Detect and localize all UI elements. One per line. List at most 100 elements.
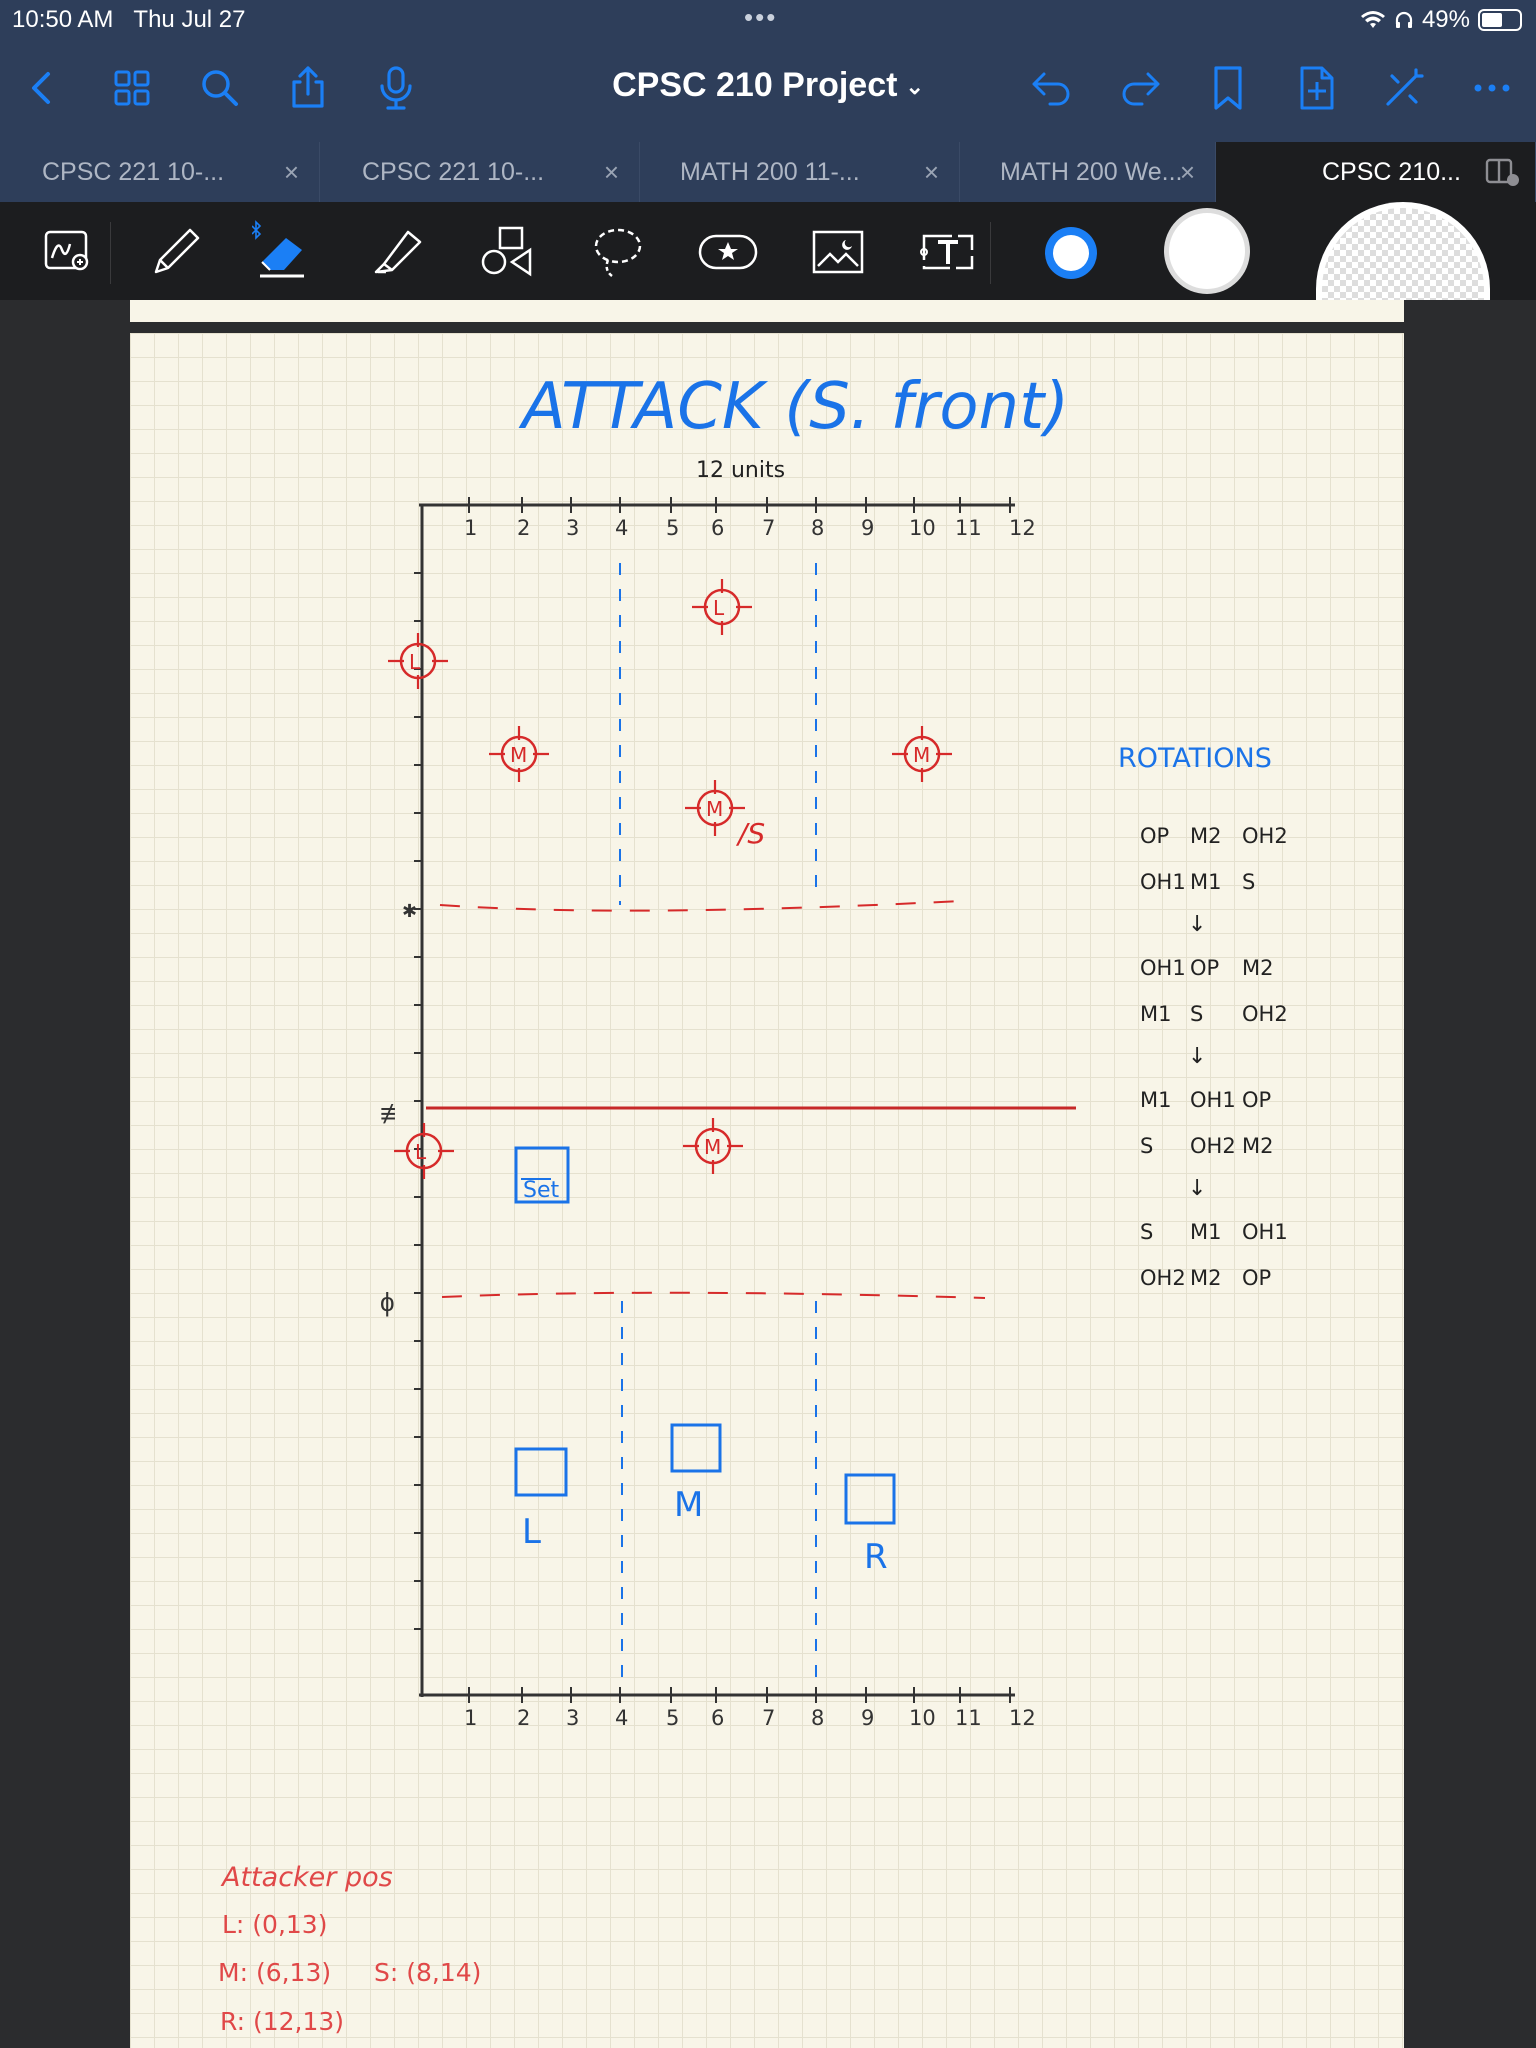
axis-tick-label: 10 (909, 516, 936, 540)
zone-square-m (670, 1423, 722, 1473)
more-icon[interactable] (1466, 62, 1518, 114)
axis-tick-label: 12 (1009, 1706, 1036, 1730)
highlighter-icon[interactable] (366, 220, 430, 284)
close-icon[interactable]: × (1180, 142, 1195, 202)
axis-tick-label: 6 (711, 516, 724, 540)
lasso-zoom-icon[interactable] (36, 220, 100, 284)
setter-label: Set (523, 1178, 560, 1203)
close-icon[interactable]: × (604, 142, 619, 202)
tab-cpsc210-active[interactable]: CPSC 210... (1216, 142, 1536, 202)
bookmark-icon[interactable] (1202, 62, 1254, 114)
text-icon[interactable] (916, 220, 980, 284)
tab-bar: CPSC 221 10-... × CPSC 221 10-... × MATH 2… (0, 142, 1536, 202)
axis-tick-label: 7 (762, 516, 775, 540)
svg-text:ϕ: ϕ (380, 1287, 395, 1317)
wifi-icon (1360, 11, 1385, 28)
player-suffix: /S (735, 817, 765, 850)
rotation-cell: OP (1242, 1088, 1271, 1112)
add-page-icon[interactable] (1290, 62, 1342, 114)
player-marker-m: M (892, 726, 952, 782)
axis-tick-label: 11 (955, 1706, 982, 1730)
rotation-cell: OH1 (1190, 1088, 1236, 1112)
page-title: ATTACK (S. front) (518, 370, 1069, 444)
rotation-cell: S (1190, 1002, 1203, 1026)
rotation-cell: OH2 (1242, 1002, 1288, 1026)
zone-label-m: M (674, 1485, 703, 1525)
rotations-heading: ROTATIONS (1118, 743, 1272, 774)
close-icon[interactable]: × (924, 142, 939, 202)
zone-label-l: L (522, 1512, 541, 1552)
color-swatch-blue[interactable] (1042, 224, 1100, 282)
bottom-axis-ticks: 1 2 3 4 5 6 7 8 9 10 11 12 (464, 1687, 1036, 1730)
tab-math200-a[interactable]: MATH 200 11-... × (640, 142, 960, 202)
axis-tick-label: 12 (1009, 516, 1036, 540)
sticker-icon[interactable] (696, 220, 760, 284)
image-icon[interactable] (806, 220, 870, 284)
player-marker-l: L (692, 579, 752, 635)
player-marker-m: M (683, 1118, 743, 1174)
attacker-pos-m: M: (6,13) (218, 1958, 331, 1987)
axis-tick-label: 3 (566, 1706, 579, 1730)
rotation-cell: OH2 (1190, 1134, 1236, 1158)
rotation-cell: OP (1140, 824, 1169, 848)
rotation-cell: OP (1190, 956, 1219, 980)
headphones-icon (1395, 11, 1413, 28)
stroke-width-swatch[interactable] (1162, 206, 1252, 296)
player-label: M (510, 743, 527, 767)
axis-tick-label: 1 (464, 516, 477, 540)
axis-tick-label: 8 (811, 1706, 824, 1730)
player-label: L (415, 1140, 427, 1164)
note-page[interactable]: ATTACK (S. front) 12 units 1 2 3 4 5 6 7 8 9 10 11… (130, 333, 1404, 2048)
rotation-arrow: ↓ (1188, 912, 1206, 937)
drawing-toolbar (0, 202, 1536, 300)
tab-cpsc221-a[interactable]: CPSC 221 10-... × (0, 142, 320, 202)
axis-tick-label: 11 (955, 516, 982, 540)
redo-icon[interactable] (1114, 62, 1166, 114)
axis-tick-label: 1 (464, 1706, 477, 1730)
axis-tick-label: 4 (615, 1706, 628, 1730)
close-icon[interactable]: × (284, 142, 299, 202)
split-view-icon[interactable] (1485, 156, 1521, 188)
attacker-pos-l: L: (0,13) (222, 1910, 327, 1939)
status-bar: 10:50 AM Thu Jul 27 ••• 49% (0, 0, 1536, 40)
opacity-swatch[interactable] (1316, 202, 1490, 300)
battery-percent: 49% (1421, 6, 1470, 33)
magic-wand-icon[interactable] (1378, 62, 1430, 114)
rotation-cell: OP (1242, 1266, 1271, 1290)
player-marker-m: M (489, 726, 549, 782)
rotation-arrow: ↓ (1188, 1044, 1206, 1069)
attacker-pos-heading: Attacker pos (220, 1862, 393, 1893)
axis-tick-label: 3 (566, 516, 579, 540)
zone-squares (514, 1146, 896, 1525)
rotation-cell: OH1 (1140, 956, 1186, 980)
svg-text:≢: ≢ (380, 1098, 408, 1129)
tab-math200-b[interactable]: MATH 200 We... × (960, 142, 1216, 202)
axis-tick-label: 5 (666, 516, 679, 540)
lane-lines (619, 563, 817, 1689)
multitasking-dots-icon[interactable]: ••• (744, 2, 777, 33)
player-marker-l: L (388, 633, 448, 689)
court-axes (419, 503, 1015, 1697)
axis-tick-label: 5 (666, 1706, 679, 1730)
pen-icon[interactable] (144, 220, 208, 284)
note-canvas[interactable]: ATTACK (S. front) 12 units 1 2 3 4 5 6 7 8 9 10 11… (130, 333, 1404, 2048)
axis-tick-label: 10 (909, 1706, 936, 1730)
shapes-icon[interactable] (476, 220, 540, 284)
document-nav-bar: CPSC 210 Project ⌄ (0, 40, 1536, 142)
attacker-pos-r: R: (12,13) (220, 2007, 344, 2036)
battery-icon (1478, 9, 1522, 31)
axis-tick-label: 2 (517, 1706, 530, 1730)
player-label: M (704, 1135, 721, 1159)
width-label: 12 units (696, 458, 785, 483)
rotation-cell: M1 (1190, 1220, 1221, 1244)
undo-icon[interactable] (1026, 62, 1078, 114)
axis-tick-label: 4 (615, 516, 628, 540)
player-marker-m: M (685, 780, 745, 836)
axis-tick-label: 6 (711, 1706, 724, 1730)
rotation-cell: OH2 (1242, 824, 1288, 848)
chevron-down-icon: ⌄ (905, 74, 924, 100)
eraser-icon[interactable] (251, 220, 316, 284)
tab-cpsc221-b[interactable]: CPSC 221 10-... × (320, 142, 640, 202)
player-label: L (409, 650, 421, 674)
lasso-icon[interactable] (586, 220, 650, 284)
